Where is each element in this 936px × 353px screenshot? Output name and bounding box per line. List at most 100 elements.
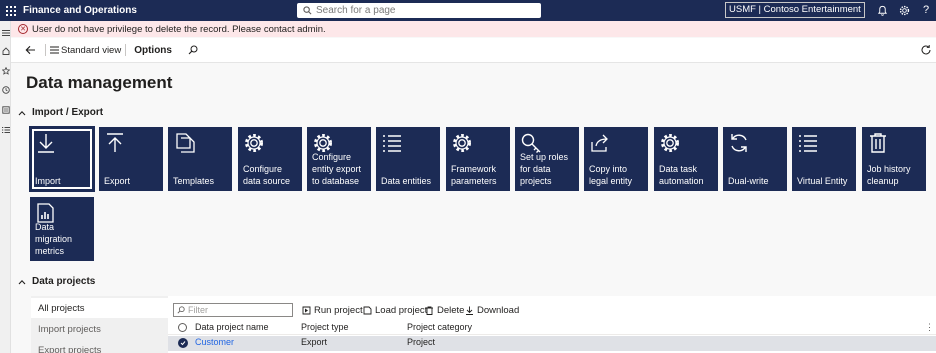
tile-templates[interactable]: Templates [168, 127, 232, 191]
trash-icon [870, 133, 886, 153]
download-button[interactable]: Download [465, 303, 519, 317]
button-label: Download [477, 304, 520, 316]
bell-icon[interactable] [875, 3, 889, 17]
action-pane: Standard view Options [11, 38, 936, 63]
tile-label: Dual-write [728, 176, 769, 186]
upload-icon [107, 133, 123, 152]
column-header-type[interactable]: Project type [301, 322, 349, 332]
tile-label: Import [35, 176, 61, 186]
tile-export[interactable]: Export [99, 127, 163, 191]
project-category-cell: Project [407, 337, 436, 347]
data-projects-section-header[interactable]: Data projects [18, 276, 95, 287]
project-type-cell: Export [301, 337, 328, 347]
projects-grid-area: Filter Run project Load project Delete D… [168, 296, 936, 353]
key-icon [521, 133, 541, 153]
sync-icon [731, 134, 747, 152]
workspaces-icon[interactable] [1, 105, 10, 114]
column-header-name[interactable]: Data project name [195, 322, 269, 332]
left-navigation [0, 21, 11, 353]
page-title: Data management [26, 73, 173, 92]
filter-placeholder: Filter [188, 305, 208, 315]
divider [45, 44, 46, 56]
tile-label: Job history cleanup [867, 164, 911, 186]
gear-icon [661, 134, 679, 152]
load-icon [363, 306, 372, 314]
tile-import[interactable]: Import [30, 127, 94, 191]
chevron-up-icon [18, 278, 26, 286]
tile-copy-into-legal-entity[interactable]: Copy into legal entity [584, 127, 648, 191]
gear-icon [314, 134, 332, 152]
section-title: Import / Export [32, 107, 104, 118]
tile-configure-data-source[interactable]: Configure data source [238, 127, 302, 191]
tile-configure-entity-export[interactable]: Configure entity export to database [307, 127, 371, 191]
import-export-section-header[interactable]: Import / Export [18, 107, 103, 118]
search-icon [177, 306, 185, 314]
view-list-icon [50, 46, 59, 54]
button-label: Delete [437, 304, 465, 316]
run-project-button[interactable]: Run project [302, 303, 363, 317]
tile-label: Export [104, 176, 131, 186]
search-icon [303, 6, 312, 15]
section-title: Data projects [32, 276, 96, 287]
tile-label: Set up roles for data projects [520, 152, 569, 186]
tile-label: Configure data source [243, 164, 291, 186]
refresh-icon[interactable] [920, 44, 932, 56]
run-icon [302, 306, 311, 314]
options-tab[interactable]: Options [134, 45, 172, 56]
error-x-icon: ✕ [18, 24, 28, 34]
load-project-button[interactable]: Load project [363, 303, 427, 317]
top-nav-bar: Finance and Operations Search for a page… [0, 0, 936, 21]
project-filter-nav: All projects Import projects Export proj… [31, 296, 168, 353]
column-header-category[interactable]: Project category [407, 322, 472, 332]
project-name-link[interactable]: Customer [195, 337, 234, 347]
tile-label: Framework parameters [451, 164, 497, 186]
table-row[interactable]: Customer Export Project [168, 336, 936, 351]
company-picker[interactable]: USMF | Contoso Entertainment Syste... [725, 2, 865, 18]
tile-label: Data entities [381, 176, 432, 186]
nav-all-projects[interactable]: All projects [31, 298, 168, 318]
download-icon [466, 306, 473, 315]
app-launcher-icon[interactable] [4, 4, 18, 18]
tile-data-entities[interactable]: Data entities [376, 127, 440, 191]
hamburger-menu-icon[interactable] [1, 28, 10, 37]
tile-label: Virtual Entity [797, 176, 848, 186]
download-icon [38, 134, 54, 153]
copy-icon [176, 133, 195, 153]
recent-clock-icon[interactable] [1, 85, 10, 94]
more-options-icon[interactable]: ⋮ [925, 322, 934, 333]
home-icon[interactable] [1, 46, 10, 55]
app-title: Finance and Operations [23, 5, 137, 16]
row-selected-check-icon[interactable] [178, 338, 188, 348]
tile-virtual-entity[interactable]: Virtual Entity [792, 127, 856, 191]
tile-job-history-cleanup[interactable]: Job history cleanup [862, 127, 926, 191]
back-arrow-icon[interactable] [19, 40, 41, 60]
action-search-icon[interactable] [186, 43, 200, 57]
tile-label: Configure entity export to database [312, 152, 362, 186]
filter-input[interactable]: Filter [173, 303, 293, 317]
tile-data-migration-metrics[interactable]: Data migration metrics [30, 197, 94, 261]
nav-import-projects[interactable]: Import projects [31, 319, 168, 339]
gear-icon [245, 134, 263, 152]
settings-gear-icon[interactable] [897, 3, 911, 17]
list-icon [383, 135, 401, 152]
divider [125, 44, 127, 56]
tile-framework-parameters[interactable]: Framework parameters [446, 127, 510, 191]
favorites-star-icon[interactable] [1, 66, 10, 75]
help-icon[interactable]: ? [919, 3, 933, 17]
search-input[interactable]: Search for a page [297, 3, 541, 18]
select-all-radio[interactable] [178, 323, 187, 332]
standard-view-button[interactable]: Standard view [50, 45, 121, 56]
delete-button[interactable]: Delete [425, 303, 464, 317]
tile-set-up-roles[interactable]: Set up roles for data projects [515, 127, 579, 191]
list-icon [799, 135, 817, 152]
modules-list-icon[interactable] [1, 125, 10, 134]
share-icon [591, 134, 608, 152]
nav-export-projects[interactable]: Export projects [31, 340, 168, 353]
standard-view-label: Standard view [61, 44, 122, 56]
tile-data-task-automation[interactable]: Data task automation [654, 127, 718, 191]
tile-label: Data migration metrics [35, 222, 73, 256]
tile-dual-write[interactable]: Dual-write [723, 127, 787, 191]
search-placeholder: Search for a page [316, 5, 396, 16]
trash-icon [426, 306, 433, 315]
chevron-up-icon [18, 109, 26, 117]
